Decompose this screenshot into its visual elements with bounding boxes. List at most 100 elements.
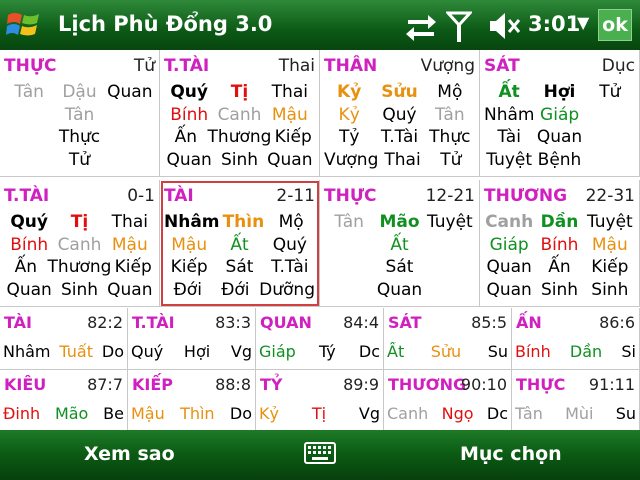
pillar-value: Ấn <box>174 127 197 147</box>
pillar-row: Giáp Bính Mậu <box>480 235 639 255</box>
pillar-value: Đới <box>221 279 250 300</box>
decade-value: Dc <box>486 404 508 423</box>
decade-label: THƯƠNG <box>388 375 467 394</box>
connectivity-icon[interactable] <box>404 11 438 41</box>
pillar-row: Tỷ T.Tài Thực <box>320 127 479 147</box>
keyboard-icon[interactable] <box>304 442 336 464</box>
pillar-row: Thực <box>0 127 159 147</box>
pillar-row: Tân Mão Tuyệt <box>320 212 479 232</box>
decade-value: Tuất <box>59 342 93 361</box>
decade-cell[interactable]: KIÊU 87:7 Đinh Mão Be <box>0 370 128 432</box>
decade-value: Vg <box>358 404 380 423</box>
pillar-cell[interactable]: T.TÀI 0-1 Quý Tị Thai Bính Canh Mậu Ấn Thương Kiếp… <box>0 180 160 307</box>
pillar-value: Canh <box>485 212 534 232</box>
decade-cell[interactable]: ẤN 86:6 Bính Dần Si <box>512 308 640 370</box>
decade-cell[interactable]: TÀI 82:2 Nhâm Tuất Do <box>0 308 128 370</box>
pillar-label: THƯƠNG <box>484 186 568 206</box>
pillar-value: Thai <box>384 149 421 170</box>
decade-range: 89:9 <box>343 375 379 394</box>
pillar-value: Canh <box>57 234 102 255</box>
ok-button[interactable]: ok <box>598 9 632 41</box>
chevron-down-icon[interactable]: ▼ <box>577 13 589 32</box>
pillar-cell[interactable]: TÀI 2-11 Nhâm Thìn Mộ Mậu Ất Quý Kiếp Sát T.Tài Đới… <box>160 180 320 307</box>
pillar-value: Thực <box>429 127 471 147</box>
decade-value: Do <box>101 342 124 361</box>
pillar-value: Mậu <box>271 104 308 125</box>
decade-range: 91:11 <box>588 375 635 394</box>
pillar-row: Tuyệt Bệnh <box>480 150 639 170</box>
pillar-row: Kiếp Sát T.Tài <box>160 257 319 277</box>
pillar-value: Thương <box>47 257 112 277</box>
pillar-value: Giáp <box>489 234 529 255</box>
pillar-value: Ấn <box>548 257 571 277</box>
pillar-cell[interactable]: THỰC Tử Tân Dậu Quan Tân Thực Tử <box>0 50 160 177</box>
pillar-value: Quan <box>107 82 153 102</box>
decade-values: Nhâm Tuất Do <box>3 342 124 361</box>
muc-chon-softkey[interactable]: Mục chọn <box>460 443 562 465</box>
decade-cell[interactable]: TỶ 89:9 Kỷ Tị Vg <box>256 370 384 432</box>
decade-label: QUAN <box>260 313 312 332</box>
pillar-row: Kỷ Sửu Mộ <box>320 82 479 102</box>
pillar-value: Bính <box>540 234 579 255</box>
volume-mute-icon[interactable] <box>488 11 522 41</box>
pillar-cell[interactable]: THỰC 12-21 Tân Mão Tuyệt Ất Sát Quan <box>320 180 480 307</box>
pillar-value: Ất <box>498 82 520 102</box>
pillar-value: Thai <box>111 212 148 232</box>
pillar-value: Tân <box>14 82 44 102</box>
pillar-value: Nhâm <box>164 212 220 232</box>
signal-icon[interactable] <box>446 11 472 43</box>
decade-value: Kỷ <box>259 404 279 423</box>
decade-label: KIÊU <box>4 375 47 394</box>
decade-range: 90:10 <box>460 375 507 394</box>
pillar-cell[interactable]: T.TÀI Thai Quý Tị Thai Bính Canh Mậu Ấn Thương Kiế… <box>160 50 320 177</box>
pillar-value: Sửu <box>381 82 418 102</box>
pillar-label: T.TÀI <box>164 56 210 76</box>
decade-values: Tân Mùi Su <box>515 404 636 423</box>
pillar-cell[interactable]: THƯƠNG 22-31 Canh Dần Tuyệt Giáp Bính Mậu Quan Ấn… <box>480 180 640 307</box>
decade-cell[interactable]: KIẾP 88:8 Mậu Thìn Do <box>128 370 256 432</box>
pillar-value: Mậu <box>111 234 148 255</box>
pillar-label: T.TÀI <box>4 186 50 206</box>
pillar-row: Tài Quan <box>480 127 639 147</box>
xem-sao-softkey[interactable]: Xem sao <box>84 443 175 465</box>
pillar-value: Thìn <box>222 212 265 232</box>
pillar-range: Dục <box>601 56 635 76</box>
pillar-row: Quan Sinh Sinh <box>480 280 639 300</box>
decade-values: Bính Dần Si <box>515 342 636 361</box>
pillar-row: Quan Ấn Kiếp <box>480 257 639 277</box>
pillar-row: Kỷ Quý Tân <box>320 105 479 125</box>
pillar-value: Nhâm <box>484 104 535 125</box>
pillar-range: Vượng <box>420 56 475 76</box>
decade-cell[interactable]: T.TÀI 83:3 Quý Hợi Vg <box>128 308 256 370</box>
pillar-cell[interactable]: SÁT Dục Ất Hợi Tử Nhâm Giáp Tài Quan Tuyệt Bệnh <box>480 50 640 177</box>
decade-value: Tân <box>515 404 543 423</box>
pillar-value: Kỷ <box>338 104 360 125</box>
decade-cell[interactable]: THƯƠNG 90:10 Canh Ngọ Dc <box>384 370 512 432</box>
pillar-value <box>324 280 374 300</box>
pillar-value <box>105 127 155 147</box>
decade-cell[interactable]: THỰC 91:11 Tân Mùi Su <box>512 370 640 432</box>
pillar-value: T.Tài <box>380 127 419 147</box>
pillar-value: Đới <box>173 279 202 300</box>
decade-value: Nhâm <box>3 342 51 361</box>
pillar-row: Bính Canh Mậu <box>160 105 319 125</box>
decade-cell[interactable]: SÁT 85:5 Ất Sửu Su <box>384 308 512 370</box>
pillar-value: Canh <box>217 104 262 125</box>
clock[interactable]: 3:01 <box>528 12 580 36</box>
pillar-value: Ấn <box>14 257 37 277</box>
pillar-value <box>324 235 374 255</box>
pillar-row: Tân <box>0 105 159 125</box>
pillar-value: Mậu <box>591 234 628 255</box>
decade-value: Hợi <box>183 342 211 361</box>
pillar-row: Nhâm Thìn Mộ <box>160 212 319 232</box>
pillar-row: Mậu Ất Quý <box>160 235 319 255</box>
pillar-value: Quý <box>382 104 417 125</box>
decade-cell[interactable]: QUAN 84:4 Giáp Tý Dc <box>256 308 384 370</box>
pillar-cell[interactable]: THÂN Vượng Kỷ Sửu Mộ Kỷ Quý Tân Tỷ T.Tài Thực Vượng… <box>320 50 480 177</box>
windows-start-icon[interactable] <box>6 9 42 42</box>
decade-range: 82:2 <box>87 313 123 332</box>
decade-value: Mão <box>54 404 89 423</box>
decade-value: Su <box>487 342 508 361</box>
pillar-value: Thai <box>271 82 308 102</box>
pillar-value: Kỷ <box>337 82 362 102</box>
